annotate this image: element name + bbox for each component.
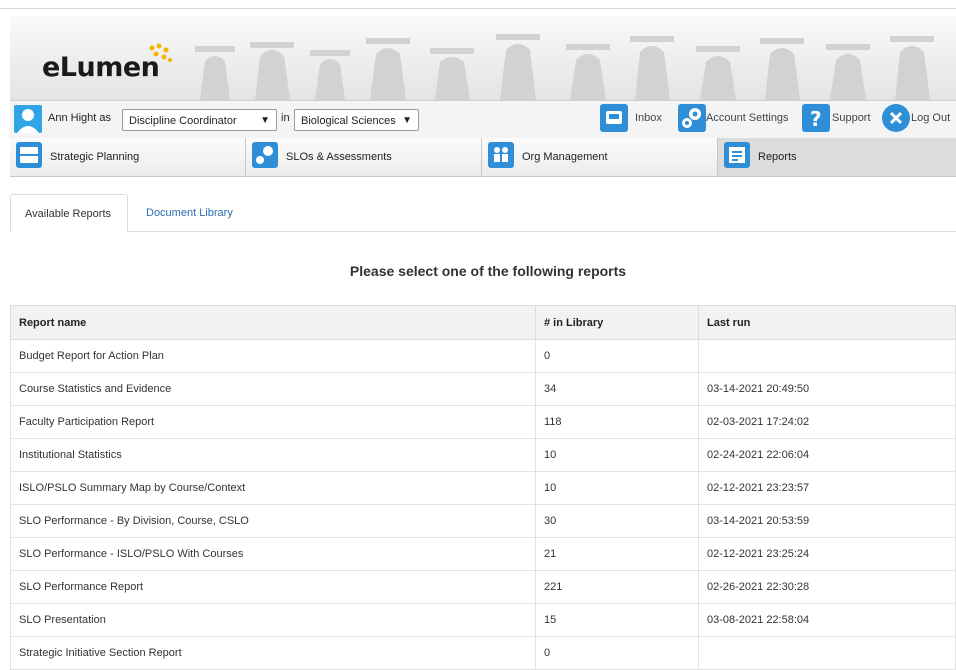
library-count: 221 [535,570,699,604]
nav-label: Org Management [522,151,608,163]
last-run: 03-14-2021 20:49:50 [698,372,956,406]
library-count: 10 [535,471,699,505]
inbox-link[interactable]: Inbox [635,112,662,124]
reports-table: Report name # in Library Last run Budget… [10,305,956,670]
header-banner: eLumen [10,16,956,100]
last-run: 02-12-2021 23:23:57 [698,471,956,505]
table-row[interactable]: Budget Report for Action Plan 0 [10,339,956,373]
last-run: 03-14-2021 20:53:59 [698,504,956,538]
nav-label: SLOs & Assessments [286,151,392,163]
page-heading: Please select one of the following repor… [349,263,627,279]
tab-available-reports[interactable]: Available Reports [10,194,128,232]
account-settings-link[interactable]: Account Settings [706,112,789,124]
report-name[interactable]: SLO Presentation [10,603,536,637]
user-avatar-icon [14,105,42,133]
in-label: in [281,112,290,124]
role-select-value: Discipline Coordinator [129,115,237,127]
logout-icon[interactable] [882,104,910,132]
role-select[interactable]: Discipline Coordinator ▼ [122,109,277,131]
tab-document-library[interactable]: Document Library [132,194,247,232]
table-row[interactable]: Strategic Initiative Section Report 0 [10,636,956,670]
library-count: 21 [535,537,699,571]
report-name[interactable]: SLO Performance Report [10,570,536,604]
report-name[interactable]: SLO Performance - By Division, Course, C… [10,504,536,538]
reports-icon [724,142,750,168]
nav-slos-assessments[interactable]: SLOs & Assessments [246,138,482,176]
nav-org-management[interactable]: Org Management [482,138,718,176]
column-header-in-library[interactable]: # in Library [535,305,699,340]
chevron-down-icon: ▼ [402,115,412,126]
library-count: 30 [535,504,699,538]
org-people-icon [488,142,514,168]
library-count: 0 [535,636,699,670]
last-run [698,339,956,373]
report-name[interactable]: ISLO/PSLO Summary Map by Course/Context [10,471,536,505]
top-divider [0,8,956,9]
last-run: 03-08-2021 22:58:04 [698,603,956,637]
table-row[interactable]: SLO Performance Report 221 02-26-2021 22… [10,570,956,604]
table-row[interactable]: ISLO/PSLO Summary Map by Course/Context … [10,471,956,505]
account-settings-icon[interactable] [678,104,706,132]
library-count: 34 [535,372,699,406]
table-header-row: Report name # in Library Last run [10,305,956,340]
department-select[interactable]: Biological Sciences ▼ [294,109,419,131]
logo-dots-icon [149,43,172,62]
report-name[interactable]: Budget Report for Action Plan [10,339,536,373]
table-row[interactable]: Institutional Statistics 10 02-24-2021 2… [10,438,956,472]
slo-icon [252,142,278,168]
table-row[interactable]: Course Statistics and Evidence 34 03-14-… [10,372,956,406]
nav-strategic-planning[interactable]: Strategic Planning [10,138,246,176]
support-link[interactable]: Support [832,112,871,124]
last-run: 02-03-2021 17:24:02 [698,405,956,439]
report-name[interactable]: Institutional Statistics [10,438,536,472]
main-nav: Strategic Planning SLOs & Assessments Or… [10,138,956,177]
library-count: 0 [535,339,699,373]
chevron-down-icon: ▼ [260,115,270,126]
library-count: 15 [535,603,699,637]
last-run [698,636,956,670]
department-select-value: Biological Sciences [301,115,396,127]
user-name: Ann Hight as [48,112,111,124]
elumen-logo: eLumen [42,52,160,83]
tab-divider [128,231,956,232]
last-run: 02-26-2021 22:30:28 [698,570,956,604]
last-run: 02-24-2021 22:06:04 [698,438,956,472]
report-tabs: Available Reports Document Library [10,194,956,232]
logout-link[interactable]: Log Out [911,112,950,124]
report-name[interactable]: Faculty Participation Report [10,405,536,439]
nav-label: Reports [758,151,797,163]
table-row[interactable]: Faculty Participation Report 118 02-03-2… [10,405,956,439]
svg-text:?: ? [810,107,822,131]
user-bar: Ann Hight as Discipline Coordinator ▼ in… [10,100,956,139]
inbox-icon[interactable] [600,104,628,132]
strategic-planning-icon [16,142,42,168]
table-row[interactable]: SLO Performance - ISLO/PSLO With Courses… [10,537,956,571]
last-run: 02-12-2021 23:25:24 [698,537,956,571]
column-header-report-name[interactable]: Report name [10,305,536,340]
column-header-last-run[interactable]: Last run [698,305,956,340]
nav-label: Strategic Planning [50,151,140,163]
table-row[interactable]: SLO Presentation 15 03-08-2021 22:58:04 [10,603,956,637]
table-row[interactable]: SLO Performance - By Division, Course, C… [10,504,956,538]
nav-reports[interactable]: Reports [718,138,956,176]
report-name[interactable]: SLO Performance - ISLO/PSLO With Courses [10,537,536,571]
report-name[interactable]: Strategic Initiative Section Report [10,636,536,670]
report-name[interactable]: Course Statistics and Evidence [10,372,536,406]
support-icon[interactable]: ? [802,104,830,132]
library-count: 10 [535,438,699,472]
library-count: 118 [535,405,699,439]
